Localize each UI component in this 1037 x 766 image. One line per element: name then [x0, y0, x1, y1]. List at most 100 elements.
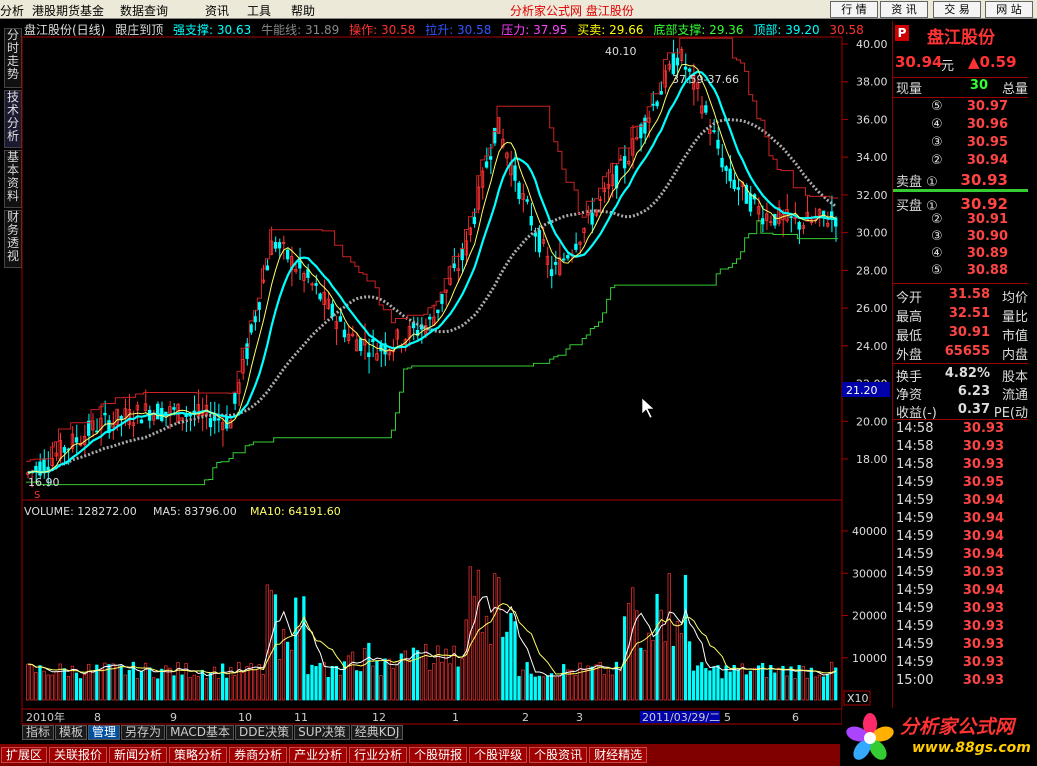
tick-time: 14:59 — [896, 511, 934, 526]
ma10-label: MA10: 64191.60 — [250, 505, 341, 518]
volume-bar — [627, 602, 631, 701]
tick-price: 30.93 — [962, 457, 1004, 472]
candle-body — [704, 105, 708, 113]
chart-area[interactable]: 40.00 38.00 36.00 34.00 32.00 30.00 28.00 26.00… — [0, 0, 892, 745]
volume-bar — [277, 659, 282, 701]
volume-bar — [192, 674, 196, 701]
volume-bar — [813, 676, 818, 701]
tick-time: 15:00 — [896, 673, 934, 688]
volume-bar — [704, 668, 708, 701]
stat-value: 30.91 — [948, 325, 990, 340]
candle-body — [306, 269, 310, 278]
indicator-tab[interactable]: SUP决策 — [294, 725, 350, 740]
candle-body — [562, 258, 566, 261]
indicator-tab[interactable]: 模板 — [55, 725, 88, 740]
extension-tab[interactable]: 行业分析 — [349, 747, 408, 763]
extension-tab[interactable]: 财经精选 — [589, 747, 648, 763]
volume-bar — [562, 664, 566, 701]
tick-price: 30.93 — [962, 637, 1004, 652]
indicator-tab[interactable]: 管理 — [88, 725, 121, 740]
candle-body — [488, 156, 493, 160]
stat-row: 外盘 65655 内盘 — [893, 344, 1028, 363]
volume-bar — [720, 678, 724, 701]
volume-bar — [265, 584, 269, 701]
volume-bar — [691, 670, 696, 701]
volume-bar — [805, 677, 809, 701]
tick-price: 30.94 — [962, 547, 1004, 562]
volume-bar — [334, 665, 338, 701]
volume-ma5-line — [27, 595, 837, 677]
candle-body — [472, 216, 477, 225]
volume-bar — [249, 663, 253, 701]
volume-bar — [712, 666, 716, 701]
volume-bar — [655, 593, 659, 701]
extension-tab[interactable]: 个股评级 — [469, 747, 528, 763]
volume-bar — [493, 573, 497, 701]
volume-bar — [480, 632, 485, 701]
extension-tab[interactable]: 产业分析 — [289, 747, 348, 763]
volume-bar — [440, 661, 444, 701]
candle-body — [797, 222, 801, 230]
tick-time: 14:59 — [896, 655, 934, 670]
candle-body — [712, 130, 716, 133]
indicator-tab[interactable]: DDE决策 — [235, 725, 294, 740]
candle-body — [724, 166, 728, 171]
extension-tab[interactable]: 券商分析 — [229, 747, 288, 763]
extension-tab[interactable]: 个股研报 — [409, 747, 468, 763]
volume-bar — [700, 662, 704, 701]
price-tick-label: 24.00 — [856, 340, 888, 353]
extension-tab[interactable]: 关联报价 — [49, 747, 108, 763]
candle-body — [639, 124, 643, 139]
volume-bar — [529, 673, 533, 701]
candle-body — [139, 419, 144, 424]
candle-body — [277, 242, 282, 249]
volume-bar — [107, 664, 111, 701]
mouse-cursor-icon — [641, 397, 655, 419]
extension-tab[interactable]: 扩展区 — [1, 747, 48, 763]
volume-bar — [748, 670, 753, 701]
stat2-right-label: 股本 — [1001, 370, 1028, 385]
indicator-tab[interactable]: 另存为 — [121, 725, 166, 740]
candle-body — [428, 316, 432, 320]
bid-ask-divider — [893, 189, 1028, 192]
volume-bar — [160, 668, 164, 701]
volume-bar — [367, 642, 371, 701]
volume-bar — [651, 639, 655, 701]
candle-body — [675, 57, 680, 66]
volume-bar — [683, 574, 688, 701]
price-tick-label: 38.00 — [856, 76, 888, 89]
ask-level-label: 卖盘 ① — [896, 175, 938, 190]
indicator-tab[interactable]: 经典KDJ — [350, 725, 404, 740]
tick-time: 14:58 — [896, 457, 934, 472]
trade-button[interactable]: 交 易 — [933, 1, 981, 18]
volume-bar — [505, 631, 509, 701]
website-button[interactable]: 网 站 — [985, 1, 1033, 18]
tick-price: 30.93 — [962, 565, 1004, 580]
indicator-tab[interactable]: MACD基本 — [166, 725, 235, 740]
volume-bar — [54, 671, 58, 701]
price-tick-label: 36.00 — [856, 113, 888, 126]
extension-tab[interactable]: 策略分析 — [169, 747, 228, 763]
ask-row: ③ 30.95 — [893, 135, 1028, 153]
tick-row: 14:59 30.94 — [893, 583, 1028, 601]
tick-price: 30.94 — [962, 511, 1004, 526]
candle-body — [671, 53, 675, 75]
stat-right-label: 市值 — [1001, 329, 1028, 344]
candle-body — [533, 232, 537, 237]
bid-level-label: ③ — [931, 229, 943, 244]
volume-bar — [127, 669, 131, 701]
bid-level-label: ② — [931, 212, 943, 227]
tick-time: 14:59 — [896, 547, 934, 562]
logo-url[interactable]: www.88gs.com — [912, 740, 1031, 756]
volume-bar — [472, 596, 477, 701]
volume-bar — [448, 663, 452, 701]
stat2-row: 收益(-) 0.37 PE(动 — [893, 402, 1028, 421]
indicator-tab[interactable]: 指标 — [22, 725, 55, 740]
extension-tab[interactable]: 新闻分析 — [109, 747, 168, 763]
volume-bar — [241, 672, 245, 701]
extension-tab[interactable]: 个股资讯 — [529, 747, 588, 763]
volume-bar — [773, 672, 777, 701]
volume-ma10-line — [27, 602, 837, 675]
volume-bar — [610, 674, 615, 701]
candle-body — [103, 412, 107, 416]
